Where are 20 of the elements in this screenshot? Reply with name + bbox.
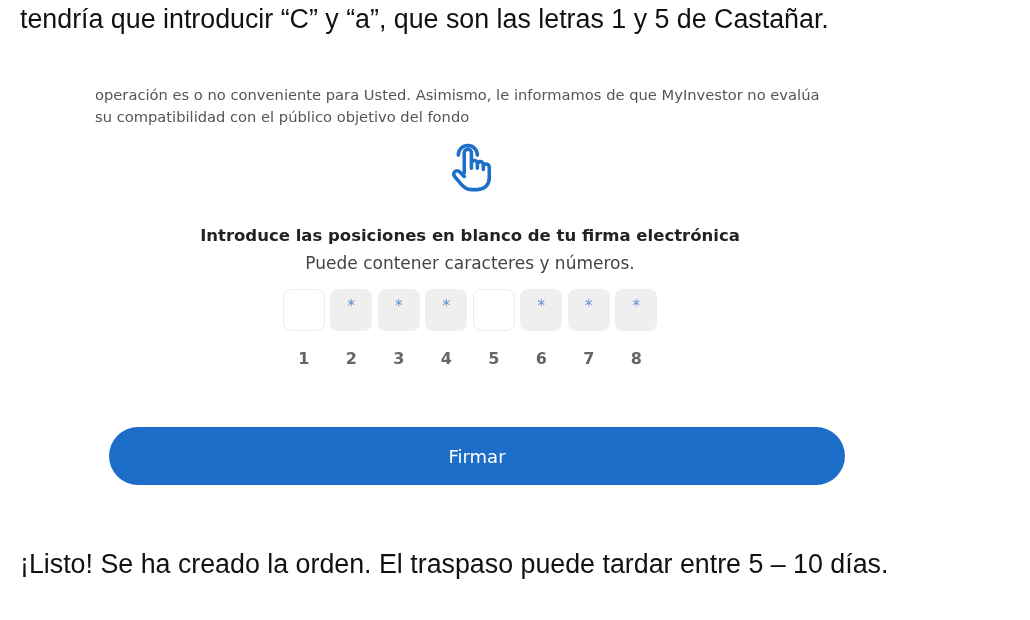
masked-position: * <box>377 289 420 331</box>
sign-button[interactable]: Firmar <box>109 427 845 485</box>
signature-hint: Puede contener caracteres y números. <box>305 252 635 274</box>
position-number: 5 <box>488 349 500 369</box>
masked-position: * <box>567 289 610 331</box>
position-number: 3 <box>393 349 405 369</box>
position-number: 8 <box>630 349 642 369</box>
masked-position: * <box>330 289 373 331</box>
position-number: 6 <box>535 349 547 369</box>
position-number: 7 <box>583 349 595 369</box>
outro-text: ¡Listo! Se ha creado la orden. El traspaso puede tardar entre 5 – 10 días. <box>19 548 889 581</box>
intro-text: tendría que introducir “C” y “a”, que son las letras 1 y 5 de Castañar. <box>19 3 829 36</box>
disclaimer-text: operación es o no conveniente para Usted. Asimismo, le informamos de que MyInvestor no evalúa su compatibilidad con el público objetivo del fondo <box>95 85 821 127</box>
position-number: 2 <box>345 349 357 369</box>
masked-position: * <box>615 289 658 331</box>
masked-position: * <box>425 289 468 331</box>
position-number: 4 <box>440 349 452 369</box>
signature-heading: Introduce las posiciones en blanco de tu firma electrónica <box>200 226 740 246</box>
masked-position: * <box>520 289 563 331</box>
position-number: 1 <box>298 349 310 369</box>
